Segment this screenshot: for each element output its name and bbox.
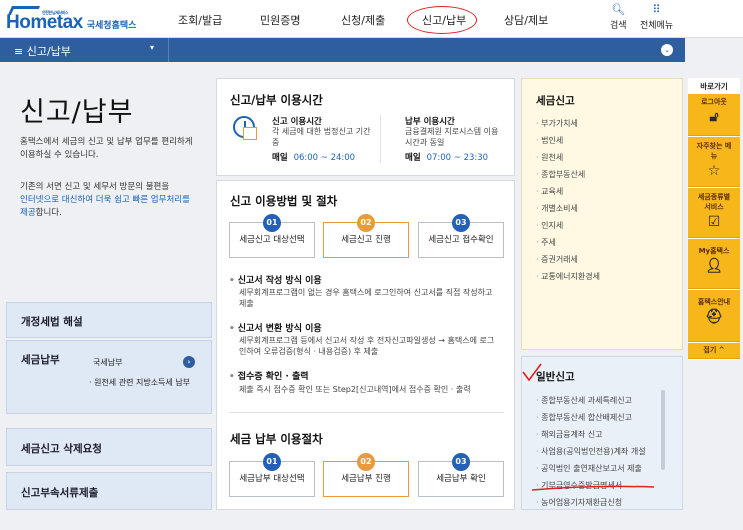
all-menu-button[interactable]: ⠿ 전체메뉴	[640, 3, 674, 32]
page-description: 홈택스에서 세금의 신고 및 납부 업무를 편리하게 이용하실 수 있습니다.	[20, 137, 193, 160]
delete-request-box[interactable]: 세금신고 삭제요청	[6, 428, 212, 466]
usage-time-title: 신고/납부 이용시간	[230, 93, 323, 107]
unlock-icon: 🔓︎	[709, 109, 719, 125]
user-icon: 👤︎	[705, 258, 723, 274]
logo-subtitle: 국세청홈택스	[86, 21, 137, 31]
tax-filing-item[interactable]: 주세	[536, 237, 556, 248]
general-filing-item[interactable]: 농어업용기자재환급신청	[536, 497, 622, 508]
divider	[380, 115, 381, 163]
filing-time-row: 매일 06:00 ~ 24:00	[272, 153, 356, 163]
nav-lookup-issue[interactable]: 조회/발급	[178, 12, 222, 28]
general-filing-item[interactable]: 해외금융계좌 신고	[536, 429, 602, 440]
divider	[168, 38, 169, 62]
bullet-desc: 세무회계프로그램 등에서 신고서 작성 후 전자신고파일생성 → 홈택스에 로그…	[239, 336, 495, 356]
quick-menu-title: 바로가기	[700, 82, 728, 91]
tax-filing-panel: 세금신고 부가가치세 법인세 원천세 종합부동산세 교육세 개별소비세 인지세 …	[521, 78, 683, 350]
general-filing-item[interactable]: 종합부동산세 합산배제신고	[536, 412, 632, 423]
collapse-button[interactable]: 접기 ^	[688, 343, 740, 359]
national-tax-payment-link[interactable]: 국세납부	[93, 357, 122, 368]
logo-wordmark: 안전한 납세서비스 Hometax	[6, 6, 83, 34]
bullet-title: • 접수증 확인 · 출력	[229, 372, 309, 382]
usage-time-panel: 신고/납부 이용시간 신고 이용시간 각 세금에 대한 법정신고 기간 중 매일…	[216, 78, 515, 176]
tax-filing-item[interactable]: 인지세	[536, 220, 563, 231]
step-number-badge: 03	[452, 453, 470, 471]
nav-apply-submit[interactable]: 신청/제출	[341, 12, 385, 28]
attach-docs-box[interactable]: 신고부속서류제출	[6, 472, 212, 510]
tax-type-service-button[interactable]: 세금종류별 서비스 ☑	[688, 188, 740, 238]
hometax-guide-button[interactable]: 홈택스안내 ⛑︎	[688, 290, 740, 342]
step-number-badge: 02	[357, 214, 375, 232]
search-icon: 🔍︎	[611, 3, 626, 16]
quick-menu-bar: 바로가기 로그아웃 🔓︎ 자주찾는 메뉴 ☆ 세금종류별 서비스 ☑ My홈택스…	[688, 78, 740, 360]
logo-tagline: 안전한 납세서비스	[42, 10, 69, 15]
tax-filing-item[interactable]: 교육세	[536, 186, 563, 197]
tax-filing-item[interactable]: 부가가치세	[536, 118, 578, 129]
search-button[interactable]: 🔍︎ 검색	[610, 3, 627, 32]
tax-payment-box: 세금납부 국세납부 › · 원천세 관련 지방소득세 납부	[6, 340, 212, 414]
red-annotation-underline	[531, 485, 655, 491]
page-description-2: 기존의 서면 신고 및 세무서 방문의 불편을 인터넷으로 대신하여 더욱 쉽고…	[20, 182, 190, 218]
nav-consult-report[interactable]: 상담/제보	[504, 12, 548, 28]
logout-button[interactable]: 로그아웃 🔓︎	[688, 94, 740, 136]
chevron-down-icon[interactable]: ▾	[150, 43, 154, 52]
tax-filing-item[interactable]: 종합부동산세	[536, 169, 585, 180]
red-annotation-checkmark	[522, 363, 542, 382]
tax-filing-item[interactable]: 법인세	[536, 135, 563, 146]
star-icon: ☆	[707, 163, 721, 179]
tax-law-revision-box[interactable]: 개정세법 해설	[6, 302, 212, 338]
payment-process-title: 세금 납부 이용절차	[230, 432, 323, 446]
grid-icon: ⠿	[652, 3, 661, 16]
search-label: 검색	[610, 21, 627, 31]
checkbox-icon: ☑	[707, 214, 721, 230]
filing-time-desc: 각 세금에 대한 법정신고 기간 중	[272, 127, 371, 147]
bullet-title: • 신고서 작성 방식 이용	[229, 276, 322, 286]
payment-time-desc: 금융결제원 지로시스템 이용시간과 동일	[405, 127, 499, 147]
scrollbar[interactable]	[661, 390, 665, 470]
general-filing-item[interactable]: 공익법인 출연재산보고서 제출	[536, 463, 642, 474]
sub-nav-bar: ≡ 신고/납부 ▾ ⌄	[0, 38, 685, 62]
bullet-desc: 제출 즉시 접수증 확인 또는 Step2[신고내역]에서 접수증 확인 · 출…	[239, 385, 471, 394]
helmet-icon: ⛑︎	[705, 309, 723, 325]
bullet-desc: 세무회계프로그램이 없는 경우 홈택스에 로그인하여 신고서를 직접 작성하고 …	[239, 288, 493, 308]
nav-civil-certificate[interactable]: 민원증명	[260, 12, 300, 28]
red-annotation-circle	[407, 6, 477, 34]
arrow-right-icon[interactable]: ›	[183, 356, 195, 368]
all-menu-label: 전체메뉴	[640, 21, 674, 31]
step-number-badge: 01	[263, 453, 281, 471]
general-filing-item[interactable]: 사업용(공익법인전용)계좌 개설	[536, 446, 645, 457]
tax-filing-item[interactable]: 원천세	[536, 152, 563, 163]
menu-dropdown[interactable]: ≡ 신고/납부	[14, 43, 71, 59]
top-header: 안전한 납세서비스 Hometax 국세청홈택스 조회/발급 민원증명 신청/제…	[0, 0, 743, 38]
withholding-local-tax-link[interactable]: · 원천세 관련 지방소득세 납부	[89, 377, 190, 388]
page-title: 신고/납부	[20, 97, 134, 128]
tax-filing-item[interactable]: 개별소비세	[536, 203, 578, 214]
tax-filing-item[interactable]: 교통에너지환경세	[536, 271, 600, 282]
hometax-logo[interactable]: 안전한 납세서비스 Hometax 국세청홈택스	[6, 6, 136, 34]
bullet-title: • 신고서 변환 방식 이용	[229, 324, 322, 334]
tax-filing-title: 세금신고	[536, 95, 575, 107]
step-number-badge: 02	[357, 453, 375, 471]
step-number-badge: 03	[452, 214, 470, 232]
filing-method-title: 신고 이용방법 및 절차	[230, 194, 338, 208]
general-filing-item[interactable]: 종합부동산세 과세특례신고	[536, 395, 632, 406]
collapse-chevron-icon[interactable]: ⌄	[661, 44, 673, 56]
my-hometax-button[interactable]: My홈택스 👤︎	[688, 239, 740, 289]
step-number-badge: 01	[263, 214, 281, 232]
calendar-icon	[243, 127, 257, 140]
divider	[229, 412, 504, 413]
payment-time-row: 매일 07:00 ~ 23:30	[405, 153, 489, 163]
logo-roof-icon	[7, 6, 41, 15]
favorites-button[interactable]: 자주찾는 메뉴 ☆	[688, 137, 740, 187]
tax-filing-item[interactable]: 증권거래세	[536, 254, 578, 265]
filing-method-panel: 신고 이용방법 및 절차 세금신고 대상선택 01 세금신고 진행 02 세금신…	[216, 180, 515, 510]
